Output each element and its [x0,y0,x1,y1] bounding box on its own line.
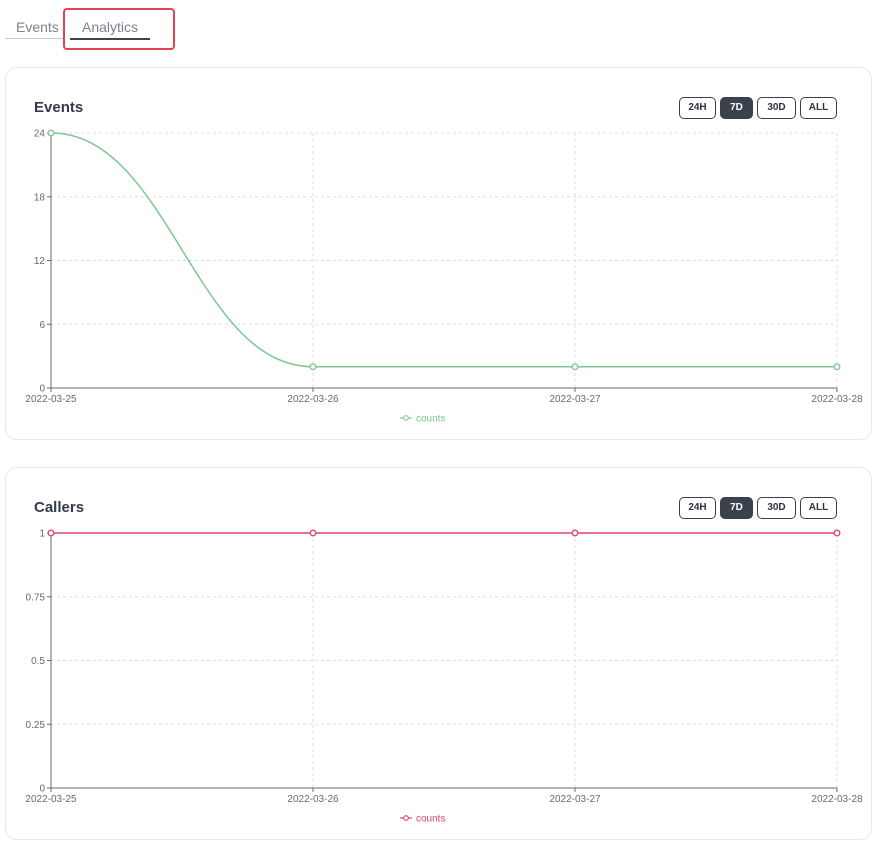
events-x-tick-label: 2022-03-28 [811,394,863,405]
callers-data-point[interactable] [309,529,317,537]
callers-y-tick-label: 0.25 [26,720,46,731]
events-legend-label[interactable]: counts [416,414,445,425]
events-data-point[interactable] [47,129,55,137]
callers-data-point[interactable] [47,529,55,537]
events-data-point[interactable] [571,363,579,371]
callers-y-tick-label: 1 [39,529,45,540]
tab-events[interactable]: Events [16,19,59,35]
events-x-tick-label: 2022-03-26 [287,394,339,405]
callers-legend-label[interactable]: counts [416,814,445,825]
events-y-tick-label: 0 [39,384,45,395]
events-data-point[interactable] [309,363,317,371]
events-y-tick-label: 12 [34,256,46,267]
events-data-point[interactable] [833,363,841,371]
callers-data-point[interactable] [571,529,579,537]
callers-data-point[interactable] [833,529,841,537]
callers-x-tick-label: 2022-03-25 [25,794,77,805]
highlight-box [63,8,175,50]
events-y-tick-label: 24 [34,129,46,140]
tab-bar: Events Analytics [0,0,887,60]
events-legend-marker [403,415,409,421]
events-x-tick-label: 2022-03-25 [25,394,77,405]
events-series-line [50,132,837,368]
events-y-tick-label: 6 [39,320,45,331]
callers-y-tick-label: 0.75 [26,592,46,603]
callers-legend-marker [403,815,409,821]
events-line-chart: 0 6 12 18 24 2022-03-25 2022-03-26 2022-03-27 20… [25,129,863,425]
callers-y-tick-label: 0.5 [31,656,45,667]
events-y-tick-label: 18 [34,192,46,203]
callers-y-tick-label: 0 [39,784,45,795]
callers-x-tick-label: 2022-03-27 [549,794,601,805]
callers-x-tick-label: 2022-03-28 [811,794,863,805]
tab-baseline [5,38,65,39]
events-card: Events 24H 7D 30D ALL 0 6 12 18 24 2022-03-25 202… [5,67,872,440]
callers-x-tick-label: 2022-03-26 [287,794,339,805]
events-x-tick-label: 2022-03-27 [549,394,601,405]
callers-card: Callers 24H 7D 30D ALL 0 0.25 0.5 0.75 1 2022-03… [5,467,872,840]
callers-line-chart: 0 0.25 0.5 0.75 1 2022-03-25 2022-03-26 2022-03… [25,529,863,825]
